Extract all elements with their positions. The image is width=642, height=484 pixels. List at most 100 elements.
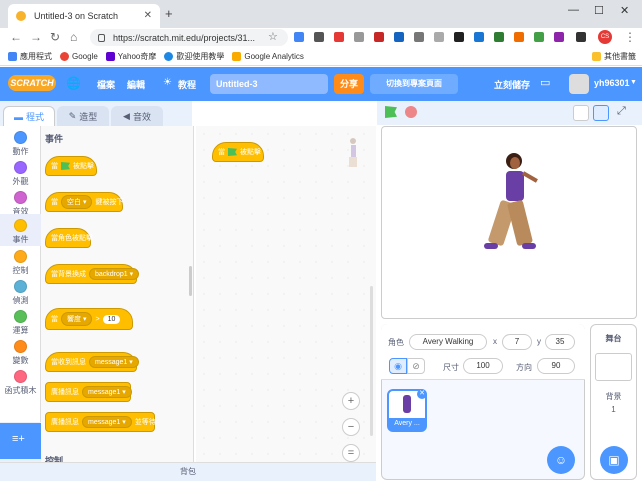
message-dropdown[interactable]: message1 ▾ [82, 416, 132, 428]
script-area[interactable]: 當被點擊 + − = [196, 126, 376, 462]
block-broadcast-and-wait[interactable]: 廣播訊息 message1 ▾ 並等待 [45, 412, 156, 432]
extension-icon[interactable] [394, 32, 404, 42]
sprite-thumbnail[interactable]: ✕ Avery ... [387, 389, 427, 432]
add-extension-button[interactable]: ≡+ [0, 423, 41, 459]
minimize-icon[interactable]: — [568, 4, 579, 16]
extension-icon[interactable] [414, 32, 424, 42]
share-button[interactable]: 分享 [334, 74, 364, 94]
block-broadcast[interactable]: 廣播訊息 message1 ▾ [45, 382, 132, 402]
menu-icon[interactable]: ⋮ [624, 30, 636, 44]
zoom-out-icon[interactable]: − [342, 418, 360, 436]
extension-icon[interactable] [494, 32, 504, 42]
tab-code[interactable]: ▬ 程式 [3, 106, 55, 126]
globe-icon[interactable]: 🌐 [66, 76, 81, 90]
block-when-flag-clicked[interactable]: 當被點擊 [45, 156, 97, 176]
category-dot-icon [14, 219, 27, 232]
lightbulb-icon: ☀ [163, 77, 172, 88]
my-stuff-folder-icon[interactable]: ▭ [540, 76, 550, 89]
zoom-in-icon[interactable]: + [342, 392, 360, 410]
stop-icon[interactable] [405, 106, 417, 118]
stage-canvas[interactable] [381, 126, 637, 319]
category-my-blocks[interactable]: 函式積木 [0, 365, 41, 409]
extension-icon[interactable] [474, 32, 484, 42]
back-icon[interactable]: ← [10, 30, 22, 44]
zoom-reset-icon[interactable]: = [342, 444, 360, 462]
browser-tab[interactable]: Untitled-3 on Scratch ✕ [8, 4, 160, 28]
block-when-sprite-clicked[interactable]: 當角色被點擊 [45, 228, 93, 248]
message-dropdown[interactable]: message1 ▾ [82, 386, 132, 398]
hide-sprite-icon[interactable]: ⊘ [407, 358, 425, 374]
address-bar[interactable]: https://scratch.mit.edu/projects/31... [90, 29, 288, 46]
project-title-input[interactable]: Untitled-3 [210, 74, 328, 94]
block-when-backdrop-switches[interactable]: 當背景換成 backdrop1 ▾ [45, 264, 140, 284]
sprite-x-input[interactable]: 7 [502, 334, 532, 350]
backdrop-dropdown[interactable]: backdrop1 ▾ [89, 268, 140, 280]
bookmark-google[interactable]: Google [60, 52, 98, 61]
bookmark-apps[interactable]: 應用程式 [8, 51, 52, 62]
save-now-button[interactable]: 立刻儲存 [494, 78, 530, 91]
extension-icon[interactable] [534, 32, 544, 42]
green-flag-icon[interactable] [385, 106, 397, 118]
extension-icon[interactable] [354, 32, 364, 42]
block-when-loudness[interactable]: 當響度 ▾ >10 [45, 308, 133, 330]
show-sprite-eye-icon[interactable]: ◉ [389, 358, 407, 374]
normal-stage-icon[interactable] [593, 105, 609, 121]
small-stage-icon[interactable] [573, 105, 589, 121]
backpack[interactable]: 背包 [0, 462, 376, 481]
reload-icon[interactable]: ↻ [50, 30, 60, 44]
delete-sprite-icon[interactable]: ✕ [417, 389, 427, 399]
account-chevron-icon[interactable]: ▼ [630, 79, 637, 86]
sprite-direction-input[interactable]: 90 [537, 358, 575, 374]
block-when-receive[interactable]: 當收到訊息 message1 ▾ [45, 352, 139, 372]
maximize-icon[interactable]: ☐ [594, 4, 604, 17]
bookmark-yahoo[interactable]: Yahoo奇摩 [105, 51, 156, 62]
extension-icon[interactable] [314, 32, 324, 42]
username[interactable]: yh96301 [594, 78, 630, 88]
add-sprite-cat-icon[interactable]: ☺ [547, 446, 575, 474]
sprite-size-input[interactable]: 100 [463, 358, 503, 374]
sprite-name-input[interactable]: Avery Walking [409, 334, 487, 350]
user-avatar[interactable] [569, 74, 589, 94]
bookmark-other[interactable]: 其他書籤 [592, 51, 636, 62]
home-icon[interactable]: ⌂ [70, 30, 77, 44]
tab-sounds[interactable]: ◀ 音效 [111, 106, 163, 126]
palette-scrollbar[interactable] [189, 266, 192, 296]
message-dropdown[interactable]: message1 ▾ [89, 356, 139, 368]
extension-icon[interactable] [454, 32, 464, 42]
avery-sprite[interactable] [482, 153, 538, 257]
window-close-icon[interactable]: ✕ [620, 4, 629, 17]
bookmark-star-icon[interactable]: ☆ [268, 30, 278, 43]
sprite-face [510, 157, 520, 169]
extension-icon[interactable] [554, 32, 564, 42]
stage-thumbnail[interactable] [595, 353, 632, 381]
close-tab-icon[interactable]: ✕ [144, 10, 152, 21]
extension-icon[interactable] [374, 32, 384, 42]
add-backdrop-icon[interactable]: ▣ [600, 446, 628, 474]
tab-costumes[interactable]: ✎ 造型 [57, 106, 109, 126]
script-scrollbar[interactable] [370, 286, 373, 436]
menu-edit[interactable]: 編輯 [127, 78, 145, 91]
forward-icon[interactable]: → [30, 30, 42, 44]
extension-icon[interactable] [334, 32, 344, 42]
category-events[interactable]: 事件 [0, 214, 41, 246]
stage-title: 舞台 [605, 334, 622, 343]
new-tab-icon[interactable]: + [165, 6, 173, 21]
extension-icon[interactable] [514, 32, 524, 42]
extension-icon[interactable] [294, 32, 304, 42]
extension-icon[interactable] [576, 32, 586, 42]
profile-avatar[interactable]: CS [598, 30, 612, 44]
loudness-value-input[interactable]: 10 [102, 314, 121, 324]
script-block-when-flag-clicked[interactable]: 當被點擊 [212, 142, 264, 162]
key-dropdown[interactable]: 空白 ▾ [61, 195, 93, 209]
sprite-y-input[interactable]: 35 [545, 334, 575, 350]
menu-tutorials[interactable]: 教程 [178, 78, 196, 91]
bookmark-analytics[interactable]: Google Analytics [232, 52, 304, 61]
loudness-dropdown[interactable]: 響度 ▾ [61, 312, 93, 326]
menu-file[interactable]: 檔案 [97, 78, 115, 91]
bookmark-welcome[interactable]: 歡迎使用教學 [164, 51, 224, 62]
see-project-page-button[interactable]: 切換到專案頁面 [370, 74, 458, 94]
extension-icon[interactable] [434, 32, 444, 42]
block-when-key-pressed[interactable]: 當空白 ▾ 鍵被按下 [45, 192, 123, 212]
fullscreen-icon[interactable]: ⤢ [617, 105, 626, 118]
scratch-logo[interactable]: SCRATCH [8, 75, 56, 91]
